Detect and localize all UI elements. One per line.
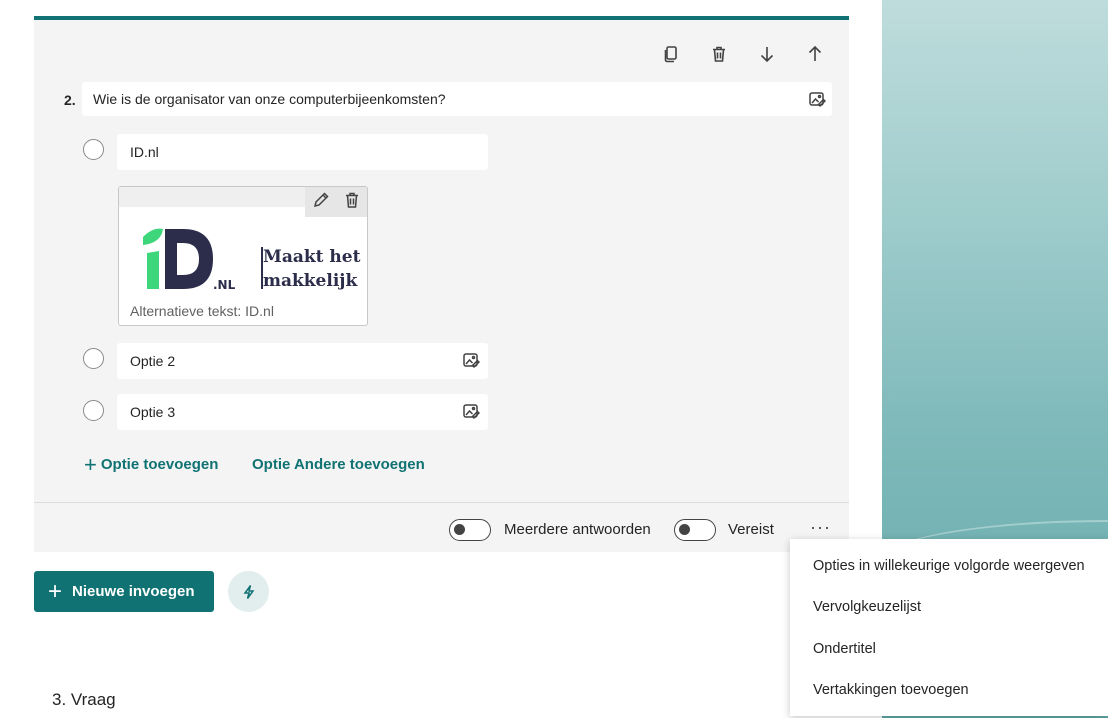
option-input-2[interactable]: Optie 2	[117, 343, 488, 379]
insert-media-button[interactable]	[808, 90, 827, 111]
option-radio-3[interactable]	[83, 400, 104, 421]
option-radio-1[interactable]	[83, 139, 104, 160]
suggestions-button[interactable]	[228, 571, 269, 612]
required-toggle[interactable]	[674, 519, 716, 541]
menu-item-subtitle[interactable]: Ondertitel	[790, 628, 1108, 670]
logo-suffix: .NL	[213, 278, 236, 292]
bolt-icon	[243, 584, 254, 599]
edit-image-button[interactable]	[312, 191, 330, 214]
required-label: Vereist	[728, 521, 774, 538]
next-question-title[interactable]: 3. Vraag	[52, 690, 116, 710]
multiple-answers-toggle[interactable]	[449, 519, 491, 541]
image-actions	[305, 187, 367, 217]
option-label-3: Optie 3	[130, 404, 176, 420]
menu-item-branching[interactable]: Vertakkingen toevoegen	[790, 670, 1108, 712]
delete-icon	[345, 192, 358, 208]
question-title-text: Wie is de organisator van onze computerb…	[93, 91, 446, 107]
copy-button[interactable]	[657, 40, 685, 68]
option-radio-2[interactable]	[83, 348, 104, 369]
new-insert-button[interactable]: + Nieuwe invoegen	[34, 571, 214, 612]
insert-media-button-2[interactable]	[462, 351, 481, 372]
add-other-label: Optie Andere toevoegen	[252, 456, 425, 473]
alt-text: Alternatieve tekst: ID.nl	[130, 303, 274, 319]
menu-item-shuffle[interactable]: Opties in willekeurige volgorde weergeve…	[790, 545, 1108, 587]
plus-icon: +	[48, 577, 63, 605]
copy-icon	[664, 46, 677, 63]
add-option-link[interactable]: + Optie toevoegen	[84, 451, 219, 477]
new-insert-label: Nieuwe invoegen	[72, 583, 195, 600]
option-label-1: ID.nl	[130, 144, 159, 160]
multiple-answers-label: Meerdere antwoorden	[504, 521, 651, 538]
delete-icon	[713, 46, 725, 62]
question-number: 2.	[64, 92, 76, 108]
insert-media-button-3[interactable]	[462, 402, 481, 423]
add-other-option-link[interactable]: Optie Andere toevoegen	[252, 456, 425, 473]
menu-item-dropdown[interactable]: Vervolgkeuzelijst	[790, 587, 1108, 629]
edit-icon	[313, 191, 329, 207]
question-toolbar	[657, 40, 829, 68]
logo-line-1: Maakt het	[263, 247, 361, 267]
question-footer: Meerdere antwoorden Vereist ···	[34, 502, 849, 556]
move-up-icon	[808, 45, 822, 61]
image-insert-icon	[463, 353, 481, 369]
logo-line-2: makkelijk	[263, 271, 358, 291]
delete-question-button[interactable]	[705, 40, 733, 68]
image-insert-icon	[463, 404, 481, 420]
plus-icon: +	[84, 451, 97, 477]
image-insert-icon	[809, 92, 827, 108]
logo-text: Maakt het makkelijk	[263, 245, 360, 293]
option-label-2: Optie 2	[130, 353, 176, 369]
option-image-card: .NL Maakt het makkelijk Alternatieve tek…	[118, 186, 368, 326]
delete-image-button[interactable]	[343, 191, 361, 214]
move-up-button[interactable]	[801, 40, 829, 68]
option-input-1[interactable]: ID.nl	[117, 134, 488, 170]
option-input-3[interactable]: Optie 3	[117, 394, 488, 430]
more-options-button[interactable]: ···	[810, 517, 831, 538]
question-title-input[interactable]: Wie is de organisator van onze computerb…	[82, 82, 832, 116]
more-options-menu: Opties in willekeurige volgorde weergeve…	[790, 539, 1108, 716]
move-down-icon	[760, 47, 774, 63]
add-option-label: Optie toevoegen	[100, 456, 219, 473]
move-down-button[interactable]	[753, 40, 781, 68]
question-card: 2. Wie is de organisator van onze comput…	[34, 16, 849, 552]
